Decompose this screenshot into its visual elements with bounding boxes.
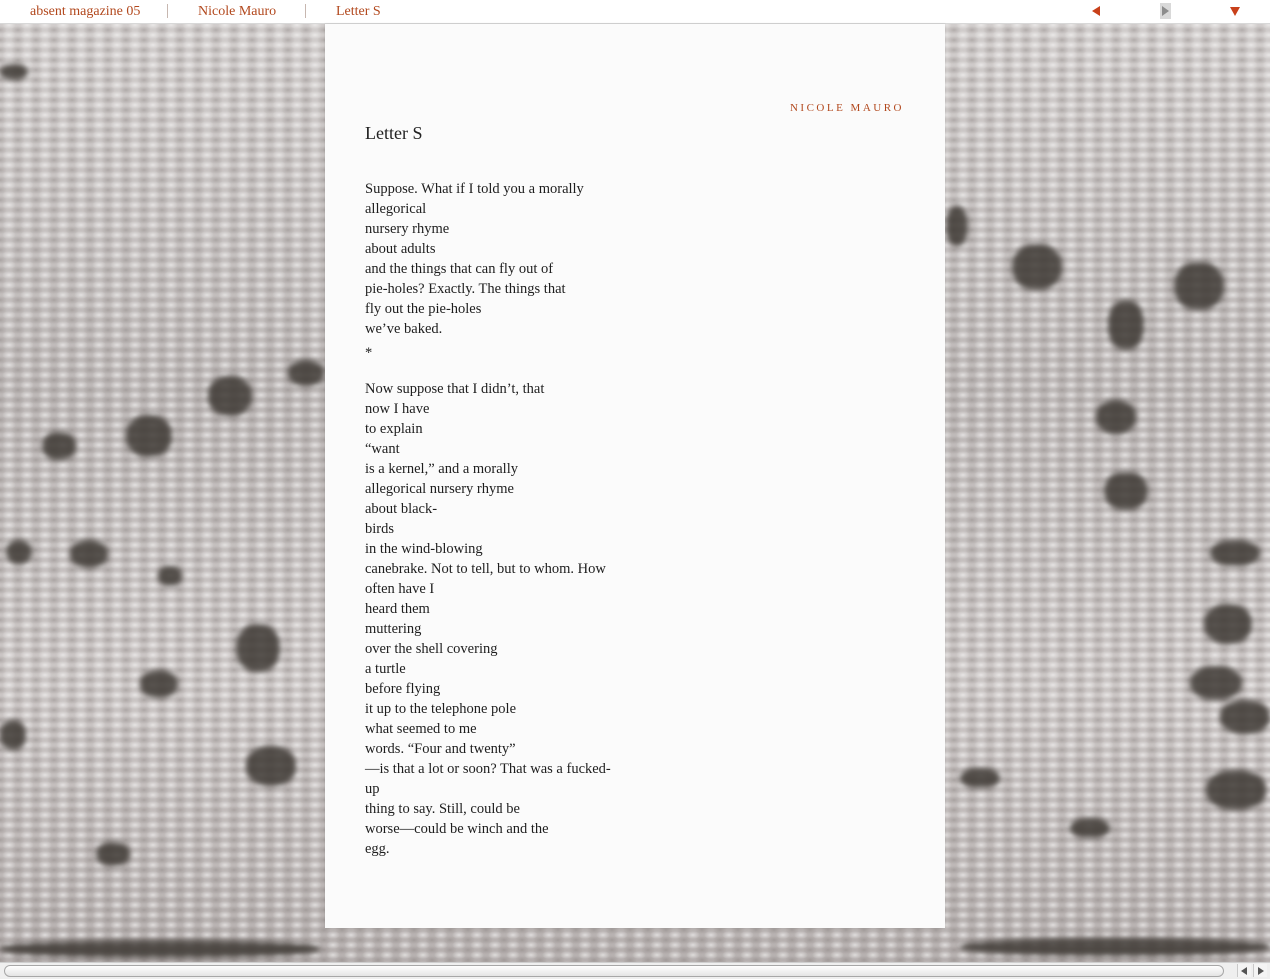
stanza-divider: * <box>365 345 373 361</box>
poem-line: allegorical <box>365 201 427 217</box>
poem-line: now I have <box>365 401 430 417</box>
poem-line: worse—could be winch and the <box>365 821 549 837</box>
poem-title: Letter S <box>365 123 423 143</box>
poem-line: we’ve baked. <box>365 321 443 337</box>
breadcrumb-magazine-link[interactable]: absent magazine 05 <box>30 4 140 20</box>
breadcrumb-current-page[interactable]: Letter S <box>336 4 381 20</box>
poem-line: fly out the pie-holes <box>365 301 482 317</box>
poem-line: Suppose. What if I told you a morally <box>365 181 584 197</box>
poem-line: nursery rhyme <box>365 221 450 237</box>
poem-line: and the things that can fly out of <box>365 261 554 277</box>
horizontal-scrollbar[interactable] <box>0 962 1270 979</box>
top-navigation-bar: absent magazine 05 Nicole Mauro Letter S <box>0 0 1270 24</box>
poem-line: about black- <box>365 501 438 517</box>
triangle-down-icon[interactable] <box>1230 7 1240 16</box>
article-page: NICOLE MAURO Letter S Suppose. What if I… <box>325 24 945 928</box>
poem-line: often have I <box>365 581 435 597</box>
poem-line: thing to say. Still, could be <box>365 801 520 817</box>
poem-line: allegorical nursery rhyme <box>365 481 514 497</box>
breadcrumb-divider <box>167 4 168 18</box>
poem-line: egg. <box>365 841 390 857</box>
poem-line: birds <box>365 521 394 537</box>
poem-line: over the shell covering <box>365 641 498 657</box>
poem-line: “want <box>365 441 400 457</box>
poem-line: in the wind-blowing <box>365 541 483 557</box>
poem-line: heard them <box>365 601 430 617</box>
poem-line: a turtle <box>365 661 406 677</box>
poem-line: words. “Four and twenty” <box>365 741 516 757</box>
breadcrumb-divider <box>305 4 306 18</box>
author-name: NICOLE MAURO <box>789 102 904 114</box>
scroll-right-button[interactable] <box>1253 964 1267 977</box>
poem-line: what seemed to me <box>365 721 477 737</box>
poem-line: it up to the telephone pole <box>365 701 517 717</box>
poem-line: to explain <box>365 421 423 437</box>
poem-line: is a kernel,” and a morally <box>365 461 518 477</box>
scroll-left-button[interactable] <box>1237 964 1251 977</box>
arrow-left-icon <box>1241 967 1247 975</box>
triangle-left-icon[interactable] <box>1092 6 1100 16</box>
poem-line: about adults <box>365 241 436 257</box>
poem-line: pie-holes? Exactly. The things that <box>365 281 566 297</box>
triangle-right-icon <box>1162 6 1169 16</box>
poem-line: muttering <box>365 621 422 637</box>
scrollbar-thumb[interactable] <box>4 965 1224 977</box>
poem-line: canebrake. Not to tell, but to whom. How <box>365 561 606 577</box>
arrow-right-icon <box>1258 967 1264 975</box>
next-page-button[interactable] <box>1160 3 1171 19</box>
poem-line: Now suppose that I didn’t, that <box>365 381 545 397</box>
poem-body: Suppose. What if I told you a morally al… <box>365 179 665 859</box>
poem-line: up <box>365 781 380 797</box>
poem-line: —is that a lot or soon? That was a fucke… <box>365 761 611 777</box>
poem-line: before flying <box>365 681 441 697</box>
breadcrumb-author-link[interactable]: Nicole Mauro <box>198 4 276 20</box>
